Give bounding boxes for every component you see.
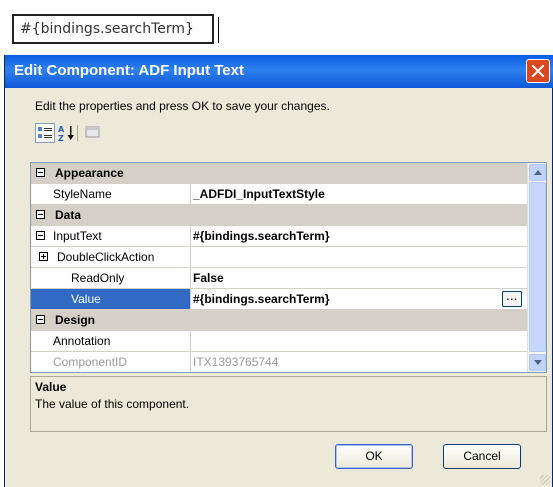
description-text: The value of this component. <box>35 397 190 411</box>
property-row-disabled[interactable]: ComponentID ITX1393765744 <box>31 352 527 372</box>
category-label: Design <box>55 313 96 327</box>
resize-grip-icon[interactable] <box>540 475 550 485</box>
categorized-icon[interactable] <box>35 123 55 143</box>
property-value[interactable]: #{bindings.searchTerm} <box>193 292 330 306</box>
description-title: Value <box>35 380 67 394</box>
collapse-icon[interactable] <box>36 315 45 324</box>
property-pages-icon[interactable] <box>83 123 103 143</box>
property-name: StyleName <box>53 187 112 201</box>
description-panel: Value The value of this component. <box>30 376 547 432</box>
property-value[interactable]: _ADFDI_InputTextStyle <box>193 187 325 201</box>
property-row[interactable]: DoubleClickAction <box>31 247 527 268</box>
collapse-icon[interactable] <box>36 168 45 177</box>
cancel-button[interactable]: Cancel <box>443 444 521 469</box>
title-bar[interactable]: Edit Component: ADF Input Text <box>5 55 553 88</box>
svg-text:Z: Z <box>58 134 64 143</box>
instructions-text: Edit the properties and press OK to save… <box>35 99 330 113</box>
category-label: Appearance <box>55 166 124 180</box>
property-row[interactable]: InputText #{bindings.searchTerm} <box>31 226 527 247</box>
collapse-icon[interactable] <box>36 210 45 219</box>
property-name: ReadOnly <box>71 271 125 285</box>
property-row[interactable]: ReadOnly False <box>31 268 527 289</box>
expand-icon[interactable] <box>39 252 48 261</box>
property-name: ComponentID <box>53 355 128 369</box>
property-value[interactable]: #{bindings.searchTerm} <box>193 229 330 243</box>
sort-az-icon[interactable]: A Z <box>57 123 77 143</box>
category-row[interactable]: Data <box>31 205 527 226</box>
svg-text:A: A <box>58 125 65 134</box>
property-value[interactable]: False <box>193 271 224 285</box>
property-value: ITX1393765744 <box>193 355 279 369</box>
vertical-scrollbar[interactable] <box>527 163 546 372</box>
category-row[interactable]: Appearance <box>31 163 527 184</box>
text-caret <box>218 17 219 43</box>
edit-component-dialog: Edit Component: ADF Input Text Edit the … <box>4 55 553 487</box>
property-name: InputText <box>53 229 102 243</box>
category-label: Data <box>55 208 82 222</box>
property-row[interactable]: StyleName _ADFDI_InputTextStyle <box>31 184 527 205</box>
property-name: Annotation <box>53 334 111 348</box>
toolbar-separator <box>77 125 78 141</box>
collapse-icon[interactable] <box>36 231 45 240</box>
category-row[interactable]: Design <box>31 310 527 331</box>
ellipsis-button[interactable]: ... <box>502 289 522 307</box>
property-grid[interactable]: Appearance StyleName _ADFDI_InputTextSty… <box>30 162 547 373</box>
property-row-selected[interactable]: Value #{bindings.searchTerm} ... <box>31 289 527 310</box>
close-button[interactable] <box>526 59 550 83</box>
property-name: Value <box>71 292 101 306</box>
scroll-down-icon[interactable] <box>529 354 546 371</box>
cell-text: #{bindings.searchTerm} <box>20 21 194 37</box>
spreadsheet-cell[interactable]: #{bindings.searchTerm} <box>12 14 214 44</box>
dialog-title: Edit Component: ADF Input Text <box>14 62 244 79</box>
property-name: DoubleClickAction <box>57 250 155 264</box>
scroll-up-icon[interactable] <box>529 164 546 181</box>
property-row[interactable]: Annotation <box>31 331 527 352</box>
ok-button[interactable]: OK <box>335 444 413 469</box>
scroll-thumb[interactable] <box>529 182 546 352</box>
